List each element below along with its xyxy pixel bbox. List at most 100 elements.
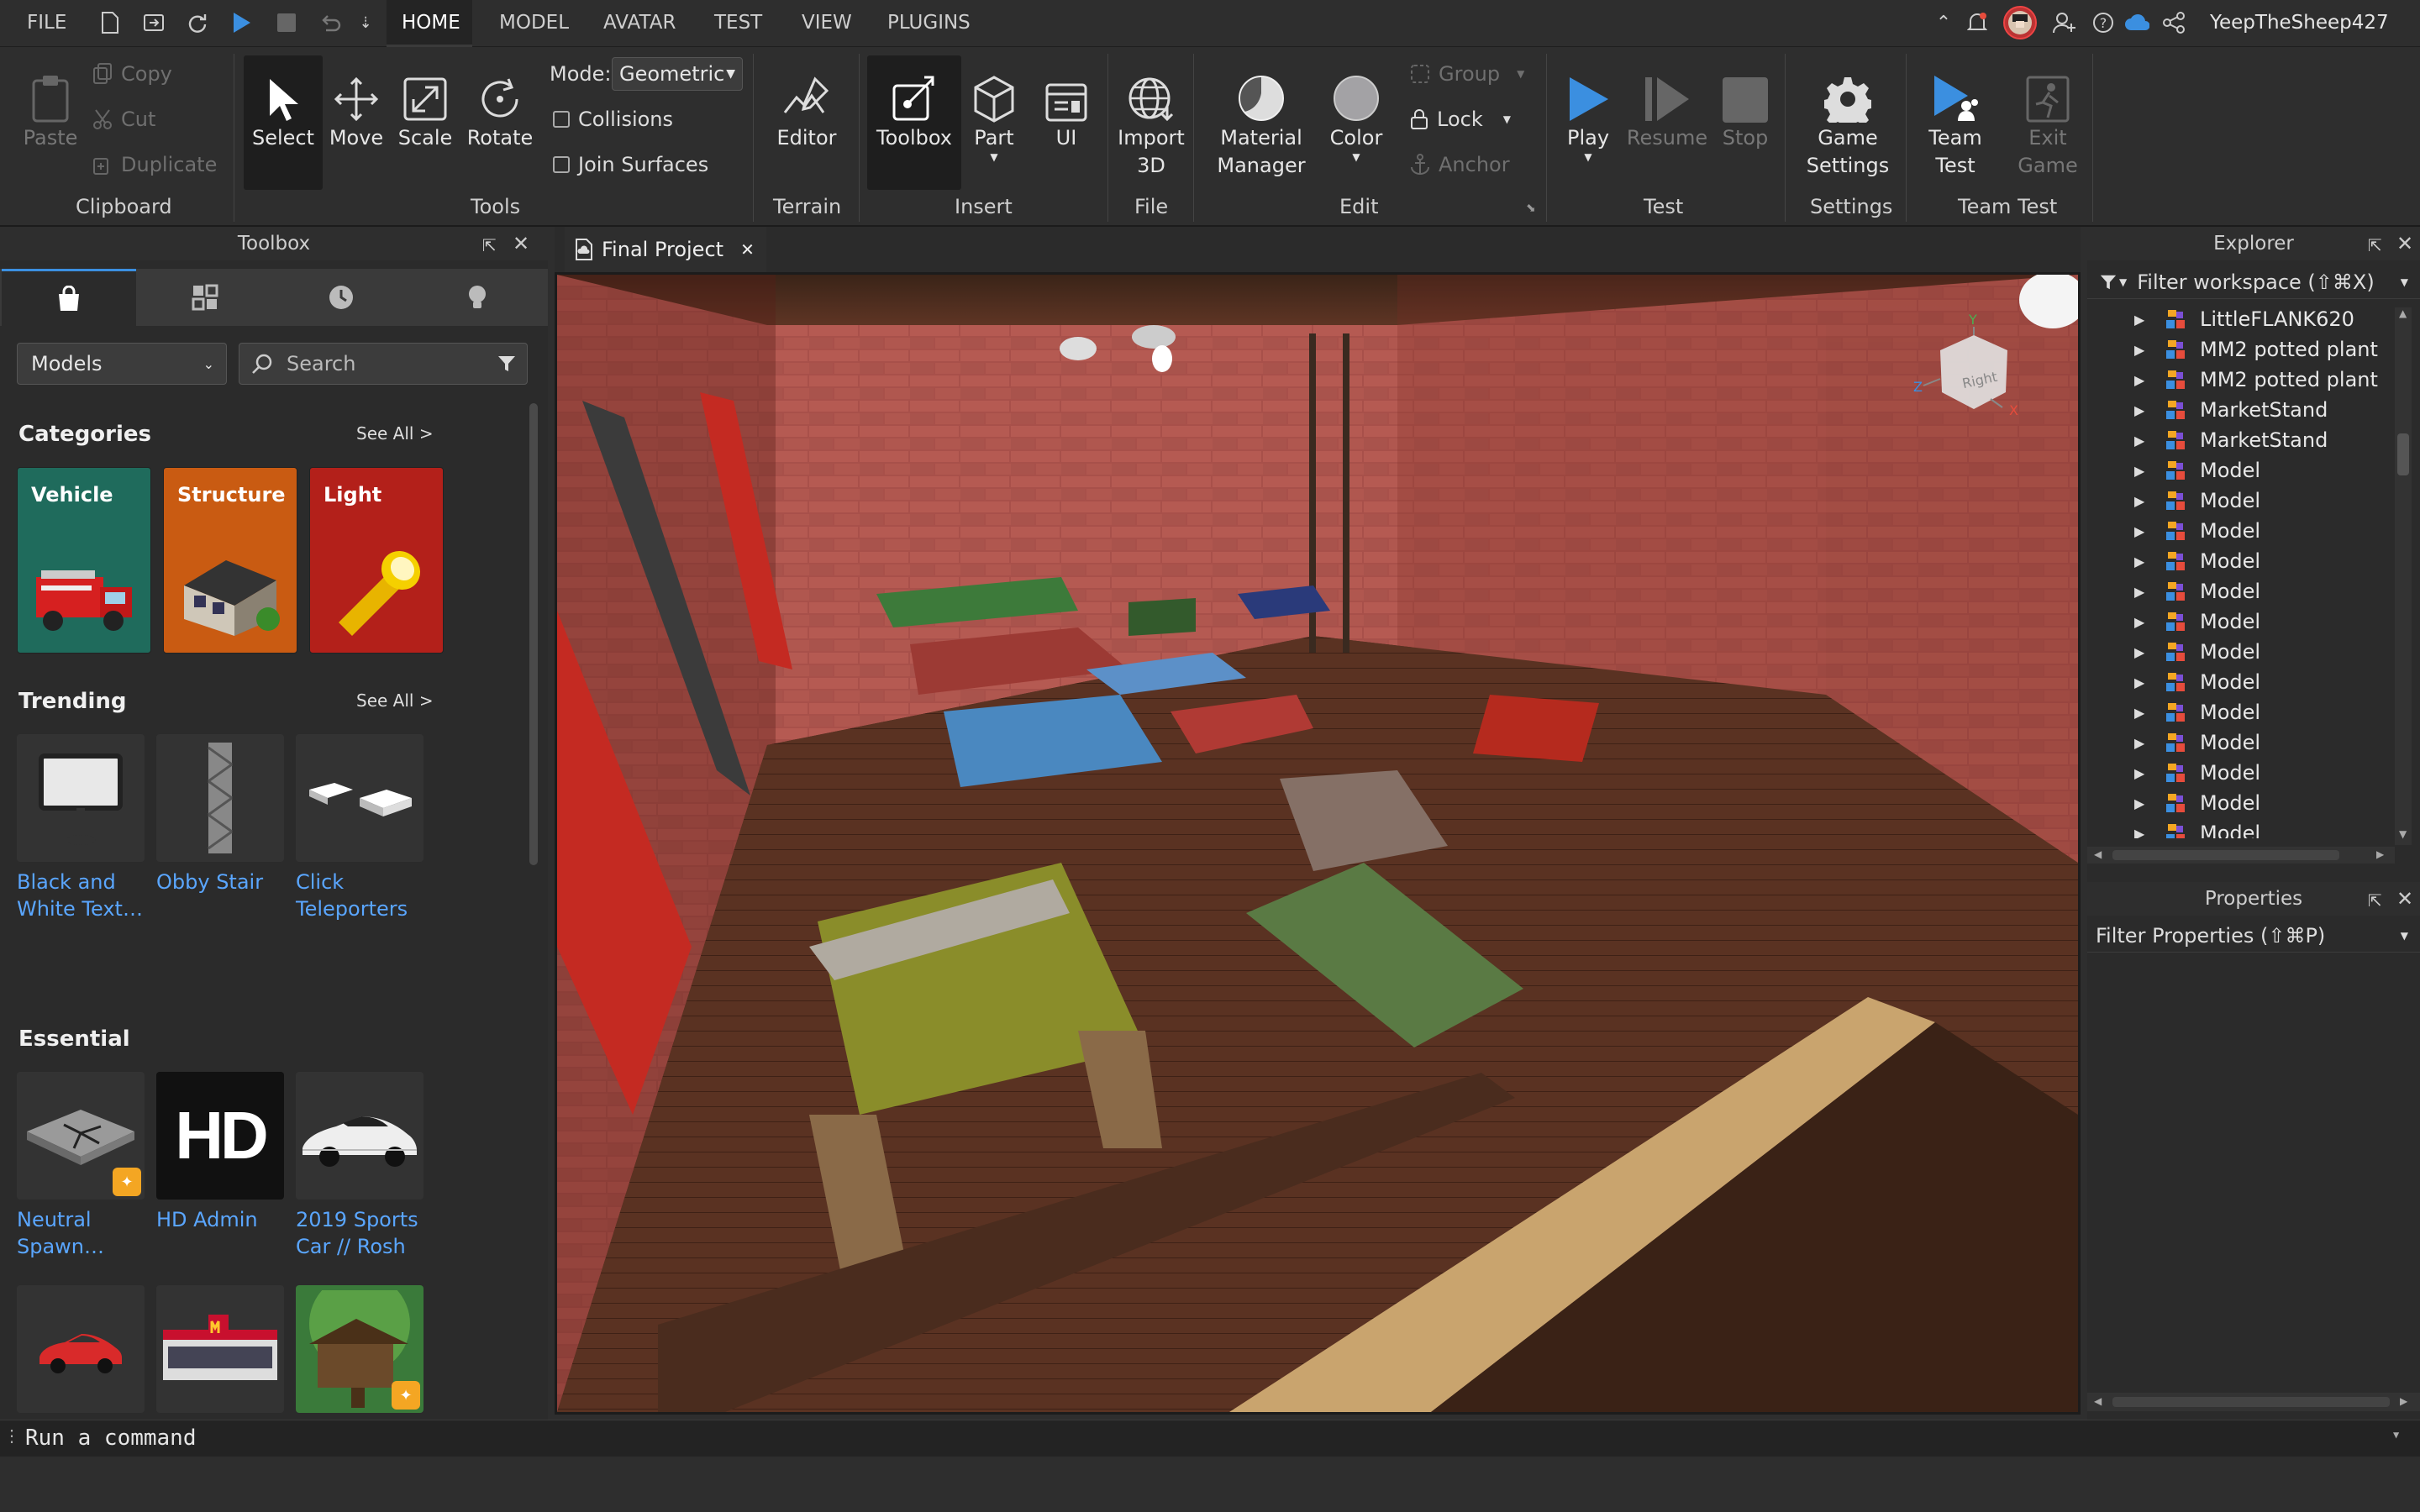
properties-hscrollbar[interactable]: ◀ ▶ <box>2087 1393 2420 1411</box>
trending-item[interactable]: Click Teleporters <box>296 734 424 922</box>
scroll-right-icon[interactable]: ▶ <box>2376 848 2384 860</box>
item-name[interactable]: Black and <box>17 869 145 895</box>
explorer-vscrollbar[interactable]: ▲ ▼ <box>2395 307 2412 845</box>
expand-arrow-icon[interactable]: ▶ <box>2134 705 2144 721</box>
resume-button[interactable]: Resume <box>1627 64 1707 152</box>
explorer-hscrollbar[interactable]: ◀ ▶ <box>2087 847 2395 864</box>
item-name-line2[interactable]: Teleporters <box>296 895 424 922</box>
item-name[interactable]: HD Admin <box>156 1206 284 1233</box>
drag-handle-icon[interactable]: ⋮ <box>3 1425 20 1446</box>
category-structure-card[interactable]: Structure <box>163 467 297 654</box>
category-select[interactable]: Models ⌄ <box>17 343 227 385</box>
tab-model[interactable]: MODEL <box>499 12 569 34</box>
explorer-tree-item[interactable]: ▶ Model <box>2087 576 2390 606</box>
color-button[interactable]: Color ▼ <box>1324 64 1388 162</box>
expand-arrow-icon[interactable]: ▶ <box>2134 614 2144 630</box>
view-cube[interactable]: Right Y Z X <box>1907 312 2033 421</box>
tab-test[interactable]: TEST <box>714 12 762 34</box>
explorer-tree-item[interactable]: ▶ MarketStand <box>2087 425 2390 455</box>
scale-tool-button[interactable]: Scale <box>392 64 459 152</box>
collisions-checkbox[interactable] <box>553 111 570 128</box>
scroll-up-icon[interactable]: ▲ <box>2399 307 2407 319</box>
item-name[interactable]: Neutral <box>17 1206 145 1233</box>
play-dropdown-icon[interactable]: ▼ <box>1584 152 1591 162</box>
scroll-left-icon[interactable]: ◀ <box>2094 1395 2102 1407</box>
notifications-icon[interactable] <box>1965 10 1990 35</box>
category-light-card[interactable]: Light <box>309 467 444 654</box>
expand-arrow-icon[interactable]: ▶ <box>2134 644 2144 660</box>
terrain-editor-button[interactable]: Editor <box>766 64 847 152</box>
copy-button[interactable]: Copy <box>92 62 172 86</box>
scroll-right-icon[interactable]: ▶ <box>2400 1395 2407 1407</box>
item-name-line2[interactable]: White Text… <box>17 895 145 922</box>
join-surfaces-checkbox[interactable] <box>553 156 570 173</box>
chevron-down-icon[interactable]: ▼ <box>2393 1429 2399 1441</box>
trending-item[interactable]: Black and White Text… <box>17 734 145 922</box>
properties-hscroll-thumb[interactable] <box>2112 1397 2390 1407</box>
avatar[interactable] <box>2003 6 2037 39</box>
scroll-left-icon[interactable]: ◀ <box>2094 848 2102 860</box>
quick-access-dropdown-icon[interactable]: ⇣ <box>353 10 378 35</box>
tab-creations[interactable] <box>410 269 544 326</box>
expand-arrow-icon[interactable]: ▶ <box>2134 523 2144 539</box>
categories-see-all-link[interactable]: See All > <box>356 423 434 444</box>
essential-item[interactable]: HD HD Admin <box>156 1072 284 1233</box>
expand-arrow-icon[interactable]: ▶ <box>2134 493 2144 509</box>
essential-item[interactable]: 2019 Sports Car // Rosh <box>296 1072 424 1260</box>
tab-avatar[interactable]: AVATAR <box>603 12 676 34</box>
rotate-tool-button[interactable]: Rotate <box>464 64 536 152</box>
expand-arrow-icon[interactable]: ▶ <box>2134 342 2144 358</box>
explorer-filter-input[interactable]: ▼ Filter workspace (⇧⌘X) ▼ <box>2087 265 2420 299</box>
mode-dropdown[interactable]: Geometric ▼ <box>612 57 743 91</box>
expand-arrow-icon[interactable]: ▶ <box>2134 795 2144 811</box>
undock-icon[interactable]: ⇱ <box>2368 890 2382 911</box>
essential-item[interactable]: ✦ Neutral Spawn… <box>17 1072 145 1260</box>
item-name-line2[interactable]: Spawn… <box>17 1233 145 1260</box>
part-button[interactable]: Part ▼ <box>965 64 1023 162</box>
paste-button[interactable]: Paste <box>17 64 84 152</box>
explorer-tree-item[interactable]: ▶ Model <box>2087 606 2390 637</box>
explorer-tree-item[interactable]: ▶ Model <box>2087 637 2390 667</box>
game-settings-button[interactable]: Game Settings <box>1800 64 1896 180</box>
stop-button[interactable]: Stop <box>1714 64 1776 152</box>
select-tool-button[interactable]: Select <box>244 64 323 152</box>
tab-home[interactable]: HOME <box>402 12 460 34</box>
trending-item[interactable]: Obby Stair <box>156 734 284 895</box>
item-name[interactable]: 2019 Sports <box>296 1206 424 1233</box>
tab-plugins[interactable]: PLUGINS <box>887 12 971 34</box>
tab-inventory[interactable] <box>138 269 272 326</box>
explorer-tree-item[interactable]: ▶ MarketStand <box>2087 395 2390 425</box>
explorer-tree-item[interactable]: ▶ MM2 potted plant <box>2087 365 2390 395</box>
group-button[interactable]: Group ▼ <box>1410 62 1524 86</box>
item-name[interactable]: Click <box>296 869 424 895</box>
explorer-tree-item[interactable]: ▶ Model <box>2087 516 2390 546</box>
expand-arrow-icon[interactable]: ▶ <box>2134 402 2144 418</box>
explorer-tree-item[interactable]: ▶ Model <box>2087 818 2390 838</box>
essential-item[interactable] <box>17 1285 145 1413</box>
username[interactable]: YeepTheSheep427 <box>2210 12 2389 34</box>
play-quick-icon[interactable] <box>229 10 254 35</box>
cut-button[interactable]: Cut <box>92 108 155 131</box>
new-file-icon[interactable] <box>97 10 123 35</box>
part-dropdown-icon[interactable]: ▼ <box>990 152 997 162</box>
expand-arrow-icon[interactable]: ▶ <box>2134 675 2144 690</box>
team-test-button[interactable]: Team Test <box>1918 64 1993 180</box>
ui-button[interactable]: UI <box>1035 64 1097 152</box>
import-3d-button[interactable]: Import 3D <box>1109 64 1193 180</box>
explorer-tree-item[interactable]: ▶ Model <box>2087 758 2390 788</box>
share-icon[interactable] <box>2161 10 2186 35</box>
search-input[interactable]: Search <box>239 343 528 385</box>
expand-arrow-icon[interactable]: ▶ <box>2134 372 2144 388</box>
undock-icon[interactable]: ⇱ <box>482 235 497 255</box>
close-tab-icon[interactable]: ✕ <box>740 239 755 260</box>
essential-item[interactable]: ✦ <box>296 1285 424 1413</box>
stop-quick-icon[interactable] <box>274 10 299 35</box>
help-icon[interactable]: ? <box>2091 10 2116 35</box>
color-dropdown-icon[interactable]: ▼ <box>1352 152 1360 162</box>
explorer-tree-item[interactable]: ▶ Model <box>2087 727 2390 758</box>
expand-group-icon[interactable]: ⬊ <box>1526 202 1536 215</box>
duplicate-button[interactable]: Duplicate <box>92 153 217 176</box>
expand-arrow-icon[interactable]: ▶ <box>2134 584 2144 600</box>
explorer-tree-item[interactable]: ▶ LittleFLANK620 <box>2087 304 2390 334</box>
trending-see-all-link[interactable]: See All > <box>356 690 434 711</box>
